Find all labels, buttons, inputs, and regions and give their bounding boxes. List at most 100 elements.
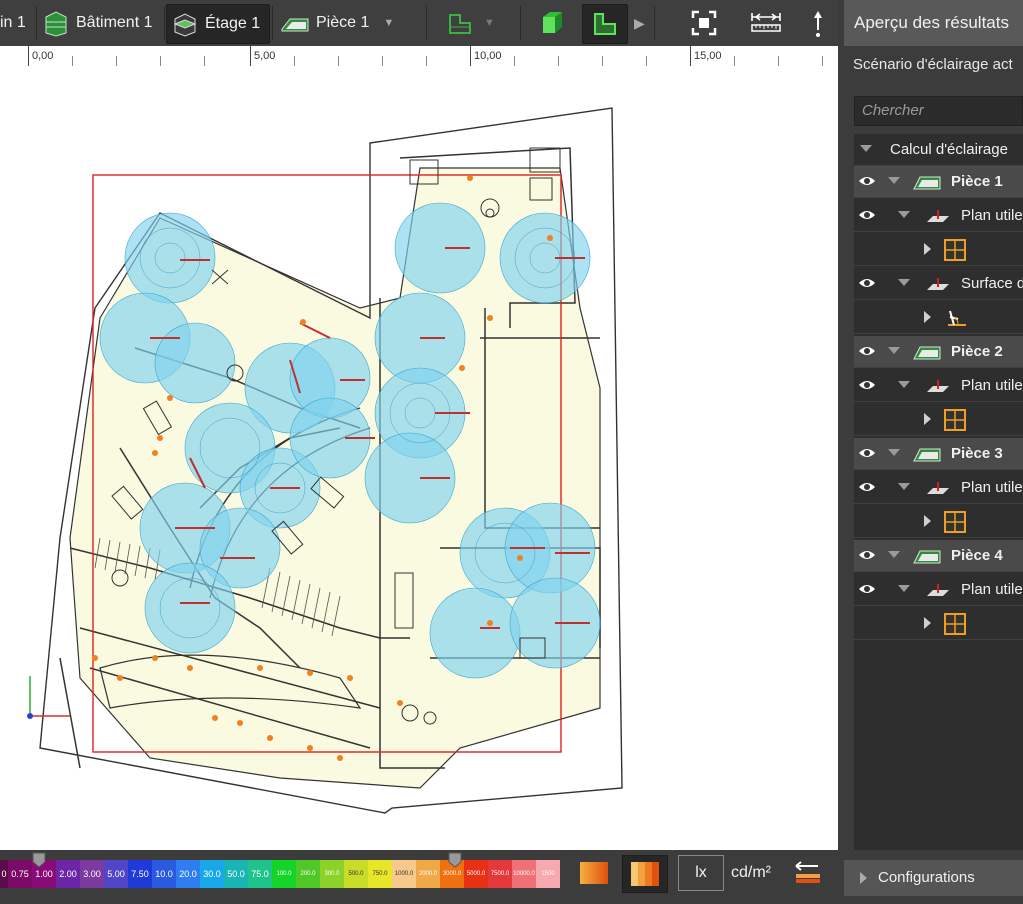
legend-cell: 2000.0 bbox=[416, 860, 440, 888]
room-icon bbox=[913, 448, 941, 462]
eye-icon[interactable] bbox=[858, 277, 876, 289]
ruler-label: 0,00 bbox=[32, 50, 54, 62]
tree-item-label: Pièce 2 bbox=[951, 343, 1003, 360]
eye-icon[interactable] bbox=[858, 447, 876, 459]
expand-arrow-icon[interactable] bbox=[924, 311, 931, 323]
floorplan-dropdown[interactable]: ▼ bbox=[446, 4, 506, 42]
tree-item-label: Calcul d'éclairage bbox=[890, 141, 1008, 158]
configurations-section[interactable]: Configurations bbox=[844, 860, 1023, 896]
collapse-arrow-icon[interactable] bbox=[898, 279, 910, 286]
legend-max-handle[interactable] bbox=[448, 852, 462, 868]
angle-result-icon bbox=[948, 310, 966, 326]
ruler-label: 15,00 bbox=[694, 50, 722, 62]
workplane-icon bbox=[927, 210, 949, 222]
eye-icon[interactable] bbox=[858, 345, 876, 357]
floorplan-icon bbox=[449, 14, 471, 34]
tree-item-calculation[interactable]: Calcul d'éclairage bbox=[854, 134, 1023, 166]
tree-item-workplane[interactable]: Plan utile bbox=[854, 574, 1023, 606]
legend-cell: 2.00 bbox=[56, 860, 80, 888]
tree-item-result[interactable] bbox=[854, 506, 1023, 538]
legend-cell: 7500.0 bbox=[488, 860, 512, 888]
axis-indicator bbox=[27, 676, 70, 719]
tree-item-room-3[interactable]: Pièce 3 bbox=[854, 438, 1023, 470]
collapse-arrow-icon[interactable] bbox=[898, 483, 910, 490]
legend-cell: 0.75 bbox=[8, 860, 32, 888]
room-dropdown[interactable]: Pièce 1 ▼ bbox=[280, 4, 410, 42]
cube-icon bbox=[543, 12, 562, 33]
ruler-label: 5,00 bbox=[254, 50, 276, 62]
tree-item-label: Plan utile bbox=[961, 207, 1023, 224]
tree-item-room-2[interactable]: Pièce 2 bbox=[854, 336, 1023, 368]
tree-item-result[interactable] bbox=[854, 234, 1023, 266]
configurations-label: Configurations bbox=[878, 869, 975, 886]
building-label: Bâtiment 1 bbox=[76, 14, 153, 31]
workplane-icon bbox=[927, 482, 949, 494]
collapse-arrow-icon[interactable] bbox=[888, 449, 900, 456]
tree-item-workplane[interactable]: Plan utile bbox=[854, 370, 1023, 402]
tree-item-result[interactable] bbox=[854, 608, 1023, 640]
unit-cd-button[interactable]: cd/m² bbox=[726, 855, 776, 891]
eye-icon[interactable] bbox=[858, 175, 876, 187]
tree-item-label: Plan utile bbox=[961, 479, 1023, 496]
gradient-smooth-button[interactable] bbox=[578, 860, 610, 886]
collapse-arrow-icon[interactable] bbox=[888, 177, 900, 184]
swap-legend-button[interactable] bbox=[790, 858, 826, 890]
collapse-arrow-icon[interactable] bbox=[888, 551, 900, 558]
expand-arrow-icon[interactable] bbox=[924, 617, 931, 629]
tree-item-workplane[interactable]: Plan utile bbox=[854, 200, 1023, 232]
more-arrow-icon[interactable]: ▶ bbox=[634, 4, 648, 42]
grid-result-icon bbox=[944, 239, 966, 261]
tree-item-surface[interactable]: Surface d bbox=[854, 268, 1023, 300]
room-icon bbox=[913, 550, 941, 564]
legend-cell: 20.0 bbox=[176, 860, 200, 888]
eye-icon[interactable] bbox=[858, 481, 876, 493]
floor-plan-canvas[interactable] bbox=[0, 68, 838, 850]
collapse-arrow-icon[interactable] bbox=[898, 381, 910, 388]
tree-item-room-1[interactable]: Pièce 1 bbox=[854, 166, 1023, 198]
eye-icon[interactable] bbox=[858, 209, 876, 221]
3d-cube-button[interactable] bbox=[538, 4, 572, 42]
site-button[interactable]: in 1 bbox=[0, 4, 34, 42]
swap-arrow-icon bbox=[795, 861, 820, 883]
building-button[interactable]: Bâtiment 1 bbox=[42, 4, 162, 42]
scenario-label: Scénario d'éclairage act bbox=[853, 56, 1013, 73]
expand-arrow-icon[interactable] bbox=[924, 413, 931, 425]
tree-item-workplane[interactable]: Plan utile bbox=[854, 472, 1023, 504]
horizontal-ruler: 0,00 5,00 10,00 15,00 bbox=[0, 46, 838, 69]
results-tree: Calcul d'éclairage Pièce 1 Plan utile Su… bbox=[854, 134, 1023, 850]
legend-cell: 5.00 bbox=[104, 860, 128, 888]
tree-item-label: Plan utile bbox=[961, 377, 1023, 394]
measure-button[interactable] bbox=[748, 4, 788, 42]
north-arrow-button[interactable] bbox=[808, 4, 830, 42]
expand-arrow-icon[interactable] bbox=[924, 515, 931, 527]
legend-cell: 0 bbox=[0, 860, 8, 888]
collapse-arrow-icon[interactable] bbox=[860, 145, 872, 152]
collapse-arrow-icon[interactable] bbox=[898, 585, 910, 592]
stepped-gradient-icon bbox=[631, 862, 659, 886]
room-icon bbox=[281, 18, 309, 32]
expand-arrow-icon[interactable] bbox=[924, 243, 931, 255]
eye-icon[interactable] bbox=[858, 583, 876, 595]
color-legend: 0 0.75 1.00 2.00 3.00 5.00 7.50 10.0 20.… bbox=[0, 860, 560, 888]
tree-item-result[interactable] bbox=[854, 302, 1023, 334]
search-input[interactable]: Chercher bbox=[854, 96, 1023, 126]
tree-item-label: Surface d bbox=[961, 275, 1023, 292]
gradient-stepped-button[interactable] bbox=[622, 855, 668, 893]
legend-cell: 500.0 bbox=[344, 860, 368, 888]
2d-plan-button[interactable] bbox=[582, 4, 628, 44]
legend-cell: 50.0 bbox=[224, 860, 248, 888]
room-icon bbox=[913, 346, 941, 360]
tree-item-result[interactable] bbox=[854, 404, 1023, 436]
collapse-arrow-icon[interactable] bbox=[898, 211, 910, 218]
collapse-arrow-icon[interactable] bbox=[888, 347, 900, 354]
eye-icon[interactable] bbox=[858, 549, 876, 561]
fit-view-button[interactable] bbox=[690, 4, 722, 42]
tree-item-room-4[interactable]: Pièce 4 bbox=[854, 540, 1023, 572]
legend-cell: 3.00 bbox=[80, 860, 104, 888]
unit-lux-button[interactable]: lx bbox=[678, 855, 724, 891]
floor-button[interactable]: Étage 1 bbox=[166, 4, 270, 44]
legend-min-handle[interactable] bbox=[32, 852, 46, 868]
floor-plan-drawing bbox=[27, 107, 623, 814]
eye-icon[interactable] bbox=[858, 379, 876, 391]
workplane-icon bbox=[927, 278, 949, 290]
